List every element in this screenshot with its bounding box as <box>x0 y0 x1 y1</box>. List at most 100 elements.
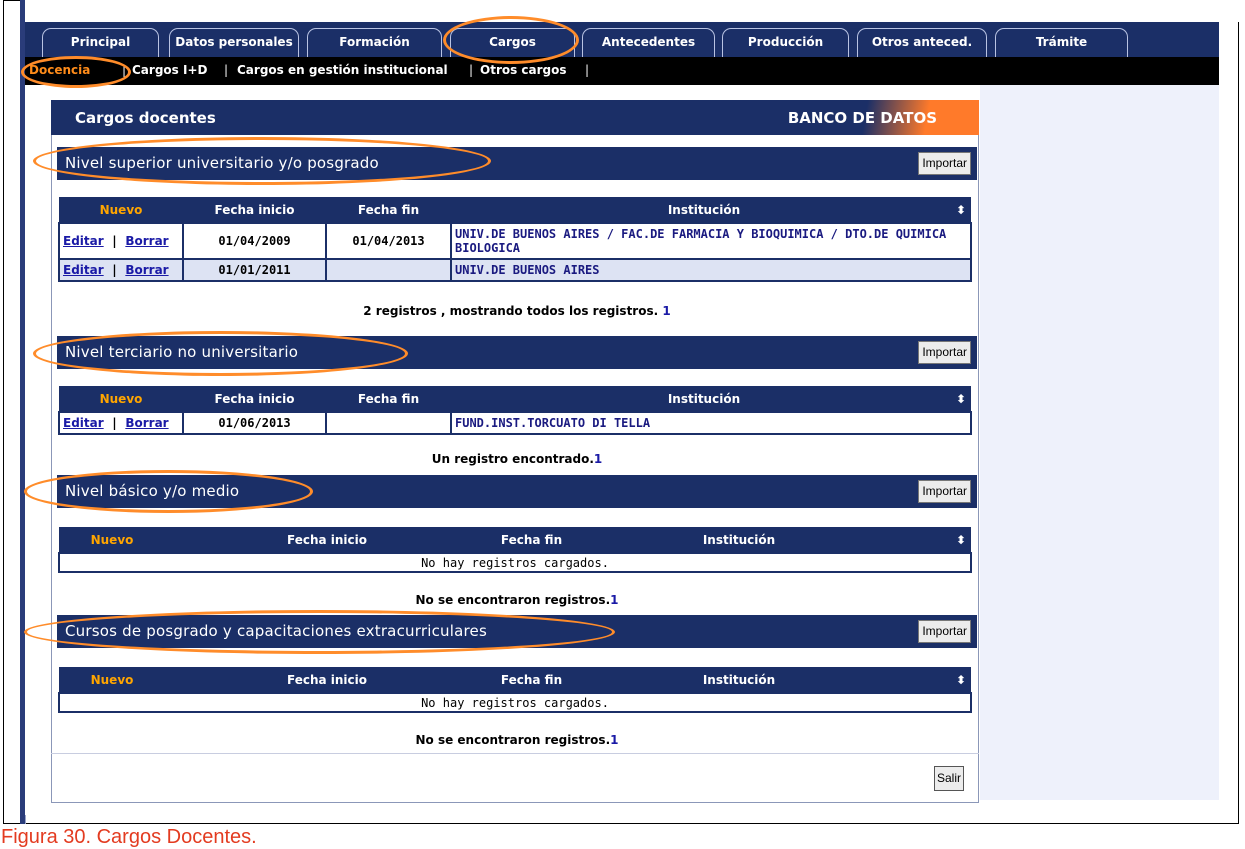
page-link[interactable]: 1 <box>662 304 670 318</box>
delete-link[interactable]: Borrar <box>125 416 168 430</box>
column-header-fecha-fin: Fecha fin <box>489 667 574 693</box>
cell-fecha-inicio: 01/01/2011 <box>182 258 327 282</box>
subnav-separator: | <box>122 63 127 77</box>
subnav-separator: | <box>585 63 590 77</box>
records-text: Un registro encontrado. <box>431 452 594 466</box>
table-row: No hay registros cargados. <box>58 552 972 573</box>
records-text: No se encontraron registros. <box>415 733 611 747</box>
table-cursos: Nuevo Fecha inicio Fecha fin Institución… <box>58 667 972 713</box>
column-header-fecha-fin: Fecha fin <box>489 527 574 553</box>
import-button[interactable]: Importar <box>918 620 971 643</box>
cell-institucion: UNIV.DE BUENOS AIRES <box>450 258 972 282</box>
section-title: Nivel básico y/o medio <box>65 482 240 500</box>
cell-fecha-fin <box>325 411 452 435</box>
tab-otros-anteced[interactable]: Otros anteced. <box>857 28 987 57</box>
import-button[interactable]: Importar <box>918 341 971 364</box>
page-header: Cargos docentes BANCO DE DATOS <box>51 100 979 135</box>
main-tabs: Principal Datos personales Formación Car… <box>25 22 1219 57</box>
sub-navigation: Docencia | Cargos I+D | Cargos en gestió… <box>25 57 1219 85</box>
cell-institucion: FUND.INST.TORCUATO DI TELLA <box>450 411 972 435</box>
page-title: Cargos docentes <box>75 109 216 127</box>
divider <box>51 753 979 754</box>
column-header-institucion: Institución <box>574 667 904 693</box>
sort-icon[interactable]: ⬍ <box>956 533 970 547</box>
edit-link[interactable]: Editar <box>63 234 104 248</box>
section-header-terciario: Nivel terciario no universitario Importa… <box>57 336 977 369</box>
sort-icon[interactable]: ⬍ <box>956 673 970 687</box>
table-row: No hay registros cargados. <box>58 692 972 713</box>
subnav-separator: | <box>469 63 474 77</box>
table-terciario: Nuevo Fecha inicio Fecha fin Institución… <box>58 386 972 435</box>
records-message: No se encontraron registros.1 <box>57 733 977 747</box>
tab-produccion[interactable]: Producción <box>722 28 849 57</box>
edit-link[interactable]: Editar <box>63 416 104 430</box>
column-header-institucion[interactable]: Institución ⬍ <box>451 197 971 223</box>
column-header-sort[interactable]: ⬍ <box>904 527 971 553</box>
right-pane <box>980 85 1219 800</box>
column-header-fecha-inicio: Fecha inicio <box>183 197 326 223</box>
sort-icon[interactable]: ⬍ <box>956 203 970 217</box>
tab-antecedentes[interactable]: Antecedentes <box>582 28 715 57</box>
column-header-nuevo[interactable]: Nuevo <box>59 527 165 553</box>
table-basico: Nuevo Fecha inicio Fecha fin Institución… <box>58 527 972 573</box>
tab-principal[interactable]: Principal <box>42 28 159 57</box>
sort-icon[interactable]: ⬍ <box>956 392 970 406</box>
records-text: No se encontraron registros. <box>415 593 611 607</box>
column-header-nuevo[interactable]: Nuevo <box>59 667 165 693</box>
subnav-separator: | <box>224 63 229 77</box>
column-header-fecha-inicio: Fecha inicio <box>165 667 489 693</box>
column-header-sort[interactable]: ⬍ <box>904 667 971 693</box>
section-title: Nivel terciario no universitario <box>65 343 299 361</box>
import-button[interactable]: Importar <box>918 480 971 503</box>
table-row: Editar | Borrar 01/01/2011 UNIV.DE BUENO… <box>58 258 972 282</box>
subnav-otros-cargos[interactable]: Otros cargos <box>480 63 567 77</box>
section-header-superior: Nivel superior universitario y/o posgrad… <box>57 147 977 180</box>
no-records-cell: No hay registros cargados. <box>58 692 972 713</box>
cell-institucion: UNIV.DE BUENOS AIRES / FAC.DE FARMACIA Y… <box>450 222 972 260</box>
no-records-cell: No hay registros cargados. <box>58 552 972 573</box>
records-text: 2 registros , mostrando todos los regist… <box>363 304 659 318</box>
column-header-fecha-inicio: Fecha inicio <box>165 527 489 553</box>
records-message: 2 registros , mostrando todos los regist… <box>57 304 977 318</box>
banner-banco-de-datos: BANCO DE DATOS <box>787 109 937 127</box>
cell-fecha-inicio: 01/04/2009 <box>182 222 327 260</box>
delete-link[interactable]: Borrar <box>125 234 168 248</box>
tab-formacion[interactable]: Formación <box>307 28 442 57</box>
subnav-docencia[interactable]: Docencia <box>29 63 90 77</box>
cell-fecha-fin: 01/04/2013 <box>325 222 452 260</box>
page-link[interactable]: 1 <box>610 733 618 747</box>
subnav-cargos-id[interactable]: Cargos I+D <box>132 63 207 77</box>
section-header-cursos: Cursos de posgrado y capacitaciones extr… <box>57 615 977 648</box>
institucion-label: Institución <box>667 391 741 406</box>
section-title: Nivel superior universitario y/o posgrad… <box>65 154 379 172</box>
column-header-nuevo[interactable]: Nuevo <box>59 386 183 412</box>
column-header-fecha-fin: Fecha fin <box>326 386 451 412</box>
column-header-institucion[interactable]: Institución ⬍ <box>451 386 971 412</box>
cell-fecha-fin <box>325 258 452 282</box>
cell-fecha-inicio: 01/06/2013 <box>182 411 327 435</box>
table-superior: Nuevo Fecha inicio Fecha fin Institución… <box>58 197 972 282</box>
page-link[interactable]: 1 <box>610 593 618 607</box>
institucion-label: Institución <box>667 202 741 217</box>
top-band <box>25 0 1239 22</box>
column-header-institucion: Institución <box>574 527 904 553</box>
column-header-fecha-fin: Fecha fin <box>326 197 451 223</box>
salir-button[interactable]: Salir <box>934 766 965 791</box>
edit-link[interactable]: Editar <box>63 263 104 277</box>
tab-datos-personales[interactable]: Datos personales <box>169 28 299 57</box>
section-title: Cursos de posgrado y capacitaciones extr… <box>65 622 487 640</box>
page-link[interactable]: 1 <box>594 452 602 466</box>
tab-tramite[interactable]: Trámite <box>995 28 1128 57</box>
table-row: Editar | Borrar 01/06/2013 FUND.INST.TOR… <box>58 411 972 435</box>
column-header-fecha-inicio: Fecha inicio <box>183 386 326 412</box>
section-header-basico: Nivel básico y/o medio Importar <box>57 475 977 508</box>
subnav-cargos-gestion[interactable]: Cargos en gestión institucional <box>237 63 448 77</box>
records-message: No se encontraron registros.1 <box>57 593 977 607</box>
figure-caption: Figura 30. Cargos Docentes. <box>1 826 257 848</box>
column-header-nuevo[interactable]: Nuevo <box>59 197 183 223</box>
table-row: Editar | Borrar 01/04/2009 01/04/2013 UN… <box>58 222 972 260</box>
tab-cargos[interactable]: Cargos <box>450 28 575 57</box>
import-button[interactable]: Importar <box>918 152 971 175</box>
delete-link[interactable]: Borrar <box>125 263 168 277</box>
records-message: Un registro encontrado.1 <box>57 452 977 466</box>
